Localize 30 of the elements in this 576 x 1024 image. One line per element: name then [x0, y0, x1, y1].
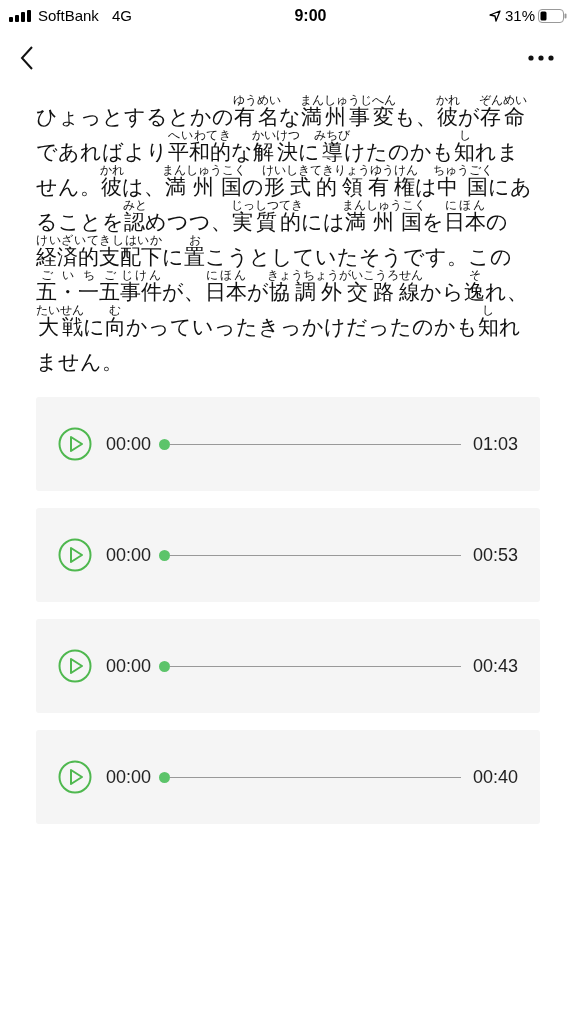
network-type: 4G [111, 5, 132, 26]
current-time: 00:00 [106, 654, 152, 678]
play-button[interactable] [58, 538, 92, 572]
play-icon [58, 538, 92, 572]
play-icon [58, 760, 92, 794]
carrier-name: SoftBank [38, 5, 99, 26]
progress-thumb[interactable] [159, 438, 171, 450]
current-time: 00:00 [106, 432, 152, 456]
play-button[interactable] [58, 760, 92, 794]
signal-icon [9, 10, 33, 22]
current-time: 00:00 [106, 765, 152, 789]
battery-icon [538, 9, 567, 23]
duration-time: 00:43 [472, 654, 518, 678]
location-arrow-icon [488, 10, 501, 22]
play-button[interactable] [58, 427, 92, 461]
duration-time: 01:03 [472, 432, 518, 456]
battery-percent: 31% [504, 5, 535, 26]
progress-thumb[interactable] [159, 660, 171, 672]
more-icon [528, 55, 554, 61]
clock-time: 9:00 [294, 6, 327, 26]
current-time: 00:00 [106, 543, 152, 567]
chevron-left-icon [20, 45, 34, 71]
play-button[interactable] [58, 649, 92, 683]
duration-time: 00:53 [472, 543, 518, 567]
progress-thumb[interactable] [159, 771, 171, 783]
duration-time: 00:40 [472, 765, 518, 789]
play-icon [58, 649, 92, 683]
play-icon [58, 427, 92, 461]
progress-thumb[interactable] [159, 549, 171, 561]
article-paragraph: ひょっとするとかの有名 ゆうめい な満州事変 まんしゅうじへん も、彼 かれ が存命 ぞんめい であればより 平和的 へいわてき な解決 かいけつ に 導 みちび けたのかも 知 し れません。彼 かれ は、満州国 まんしゅうこく の形式的領有権 けいしきてきりょうゆうけん は中国 ちゅうごく にあることを認 みと めつつ、実質的 じっしつてき には満州国 まんしゅうこく を 日本 にほん の 経済的支配下 けいざいてきしはいか に置 お こうとしていたそうです。この 五・一五 ごいちご 事件 じけん が、日本 にほん が協調外交路線 きょうちょうがいこうろせん から逸 そ れ、 大戦 たいせん に向 む かっていったきっかけだったのかも 知 し れません。 [36, 94, 533, 375]
